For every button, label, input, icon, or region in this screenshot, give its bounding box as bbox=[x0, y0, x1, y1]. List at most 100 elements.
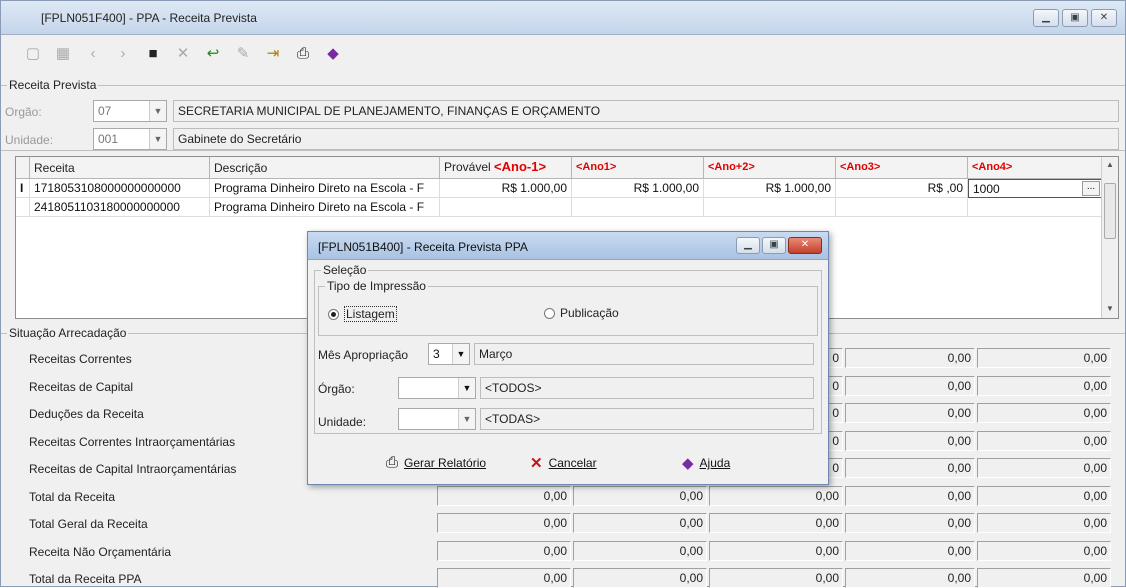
new-icon[interactable]: ▢ bbox=[21, 41, 45, 65]
scroll-down-icon[interactable]: ▼ bbox=[1102, 301, 1118, 317]
cell-ano2[interactable] bbox=[704, 198, 836, 217]
grid-scrollbar[interactable]: ▲ ▼ bbox=[1101, 157, 1118, 318]
col-ano4[interactable]: <Ano4> bbox=[968, 157, 1103, 179]
prev-icon[interactable]: ‹ bbox=[81, 41, 105, 65]
group-label: Receita Prevista bbox=[7, 78, 99, 92]
dialog-orgao-label: Órgão: bbox=[318, 382, 355, 396]
situacao-value: 0,00 bbox=[845, 485, 975, 506]
situacao-value: 0,00 bbox=[437, 485, 571, 506]
gerar-relatorio-button[interactable]: ⎙ Gerar Relatório bbox=[386, 454, 486, 471]
scroll-thumb[interactable] bbox=[1104, 183, 1116, 239]
col-descricao[interactable]: Descrição bbox=[210, 157, 440, 179]
ajuda-label: Ajuda bbox=[699, 456, 731, 470]
situacao-value: 0,00 bbox=[709, 568, 843, 588]
maximize-button[interactable]: ▣ bbox=[1062, 9, 1088, 27]
cancel-icon[interactable]: ✕ bbox=[171, 41, 195, 65]
situacao-row-label: Receita Não Orçamentária bbox=[29, 544, 172, 559]
gerar-relatorio-label: Gerar Relatório bbox=[404, 455, 487, 470]
help-book-icon[interactable]: ◆ bbox=[321, 41, 345, 65]
minimize-button[interactable]: ▁ bbox=[1033, 9, 1059, 27]
cancelar-label: Cancelar bbox=[548, 456, 597, 470]
situacao-value: 0,00 bbox=[977, 485, 1111, 506]
situacao-value: 0,00 bbox=[845, 458, 975, 478]
situacao-value: 0,00 bbox=[977, 348, 1111, 368]
situacao-value: 0,00 bbox=[977, 568, 1111, 588]
cell-provavel[interactable] bbox=[440, 198, 572, 217]
grid-icon[interactable]: ▦ bbox=[51, 41, 75, 65]
dialog-title-bar: [FPLN051B400] - Receita Prevista PPA ▁ ▣… bbox=[308, 232, 828, 260]
orgao-label: Orgão: bbox=[5, 105, 42, 119]
edit-icon[interactable]: ✎ bbox=[231, 41, 255, 65]
ellipsis-button[interactable]: ... bbox=[1082, 181, 1100, 196]
situacao-value: 0,00 bbox=[709, 485, 843, 506]
scroll-up-icon[interactable]: ▲ bbox=[1102, 157, 1118, 173]
col-ano1[interactable]: <Ano1> bbox=[572, 157, 704, 179]
chevron-down-icon[interactable]: ▼ bbox=[452, 344, 469, 364]
mes-value: 3 bbox=[433, 347, 440, 361]
situacao-value: 0,00 bbox=[977, 403, 1111, 423]
cell-descricao[interactable]: Programa Dinheiro Direto na Escola - F bbox=[210, 198, 440, 217]
save-icon[interactable]: ■ bbox=[141, 41, 165, 65]
dialog-unidade-combo[interactable]: ▼ bbox=[398, 408, 476, 430]
cell-ano3[interactable] bbox=[836, 198, 968, 217]
chevron-down-icon[interactable]: ▼ bbox=[458, 409, 475, 429]
chevron-down-icon[interactable]: ▼ bbox=[149, 129, 166, 149]
cell-provavel[interactable]: R$ 1.000,00 bbox=[440, 179, 572, 198]
radio-listagem[interactable]: Listagem bbox=[328, 306, 397, 322]
mes-description: Março bbox=[474, 343, 814, 365]
situacao-value: 0,00 bbox=[573, 568, 707, 588]
chevron-down-icon[interactable]: ▼ bbox=[458, 378, 475, 398]
situacao-value: 0,00 bbox=[845, 513, 975, 533]
cell-receita[interactable]: 1718053108000000000000 bbox=[30, 179, 210, 198]
situacao-value: 0,00 bbox=[977, 458, 1111, 478]
dialog-unidade-label: Unidade: bbox=[318, 415, 367, 429]
chevron-down-icon[interactable]: ▼ bbox=[149, 101, 166, 121]
cell-ano1[interactable] bbox=[572, 198, 704, 217]
next-icon[interactable]: › bbox=[111, 41, 135, 65]
dialog-orgao-combo[interactable]: ▼ bbox=[398, 377, 476, 399]
dialog-unidade-description: <TODAS> bbox=[480, 408, 814, 430]
col-receita[interactable]: Receita bbox=[30, 157, 210, 179]
cell-descricao[interactable]: Programa Dinheiro Direto na Escola - F bbox=[210, 179, 440, 198]
radio-publicacao-label: Publicação bbox=[560, 306, 619, 320]
dialog-maximize-button[interactable]: ▣ bbox=[762, 237, 786, 254]
close-button[interactable]: ✕ bbox=[1091, 9, 1117, 27]
radio-checked-icon bbox=[328, 308, 339, 320]
undo-icon[interactable]: ↩ bbox=[201, 41, 225, 65]
situacao-row-label: Total da Receita PPA bbox=[29, 572, 142, 586]
col-indicator bbox=[16, 157, 30, 179]
situacao-value: 0,00 bbox=[977, 375, 1111, 396]
situacao-value: 0,00 bbox=[709, 540, 843, 561]
cell-ano2[interactable]: R$ 1.000,00 bbox=[704, 179, 836, 198]
radio-publicacao[interactable]: Publicação bbox=[544, 306, 619, 320]
mes-label: Mês Apropriação bbox=[318, 348, 409, 362]
situacao-value: 0,00 bbox=[977, 513, 1111, 533]
situacao-row-label: Total da Receita bbox=[29, 489, 116, 504]
cell-ano1[interactable]: R$ 1.000,00 bbox=[572, 179, 704, 198]
cell-receita[interactable]: 2418051103180000000000 bbox=[30, 198, 210, 217]
situacao-row-label: Receitas Correntes bbox=[29, 352, 132, 366]
situacao-value: 0,00 bbox=[845, 403, 975, 423]
tipo-impressao-label: Tipo de Impressão bbox=[325, 279, 428, 293]
exit-icon[interactable]: ⇥ bbox=[261, 41, 285, 65]
orgao-combo[interactable]: 07 ▼ bbox=[93, 100, 167, 122]
col-ano2[interactable]: <Ano+2> bbox=[704, 157, 836, 179]
mes-combo[interactable]: 3 ▼ bbox=[428, 343, 470, 365]
main-window: [FPLN051F400] - PPA - Receita Prevista ▁… bbox=[0, 0, 1126, 588]
print-icon[interactable]: ⎙ bbox=[291, 41, 315, 65]
orgao-description: SECRETARIA MUNICIPAL DE PLANEJAMENTO, FI… bbox=[173, 100, 1119, 122]
cancelar-button[interactable]: ✕ Cancelar bbox=[530, 454, 597, 472]
ajuda-button[interactable]: ◆ Ajuda bbox=[682, 454, 730, 472]
row-indicator: I bbox=[16, 179, 30, 198]
col-provavel[interactable]: Provável <Ano-1> bbox=[440, 157, 572, 179]
unidade-description: Gabinete do Secretário bbox=[173, 128, 1119, 150]
situacao-row-label: Total Geral da Receita bbox=[29, 517, 148, 531]
unidade-combo[interactable]: 001 ▼ bbox=[93, 128, 167, 150]
cell-ano4[interactable] bbox=[968, 198, 1103, 217]
dialog-close-button[interactable]: ✕ bbox=[788, 237, 822, 254]
dialog-minimize-button[interactable]: ▁ bbox=[736, 237, 760, 254]
situacao-value: 0,00 bbox=[573, 540, 707, 561]
cell-ano3[interactable]: R$ ,00 bbox=[836, 179, 968, 198]
situacao-row-label: Receitas Correntes Intraorçamentárias bbox=[29, 434, 236, 449]
col-ano3[interactable]: <Ano3> bbox=[836, 157, 968, 179]
